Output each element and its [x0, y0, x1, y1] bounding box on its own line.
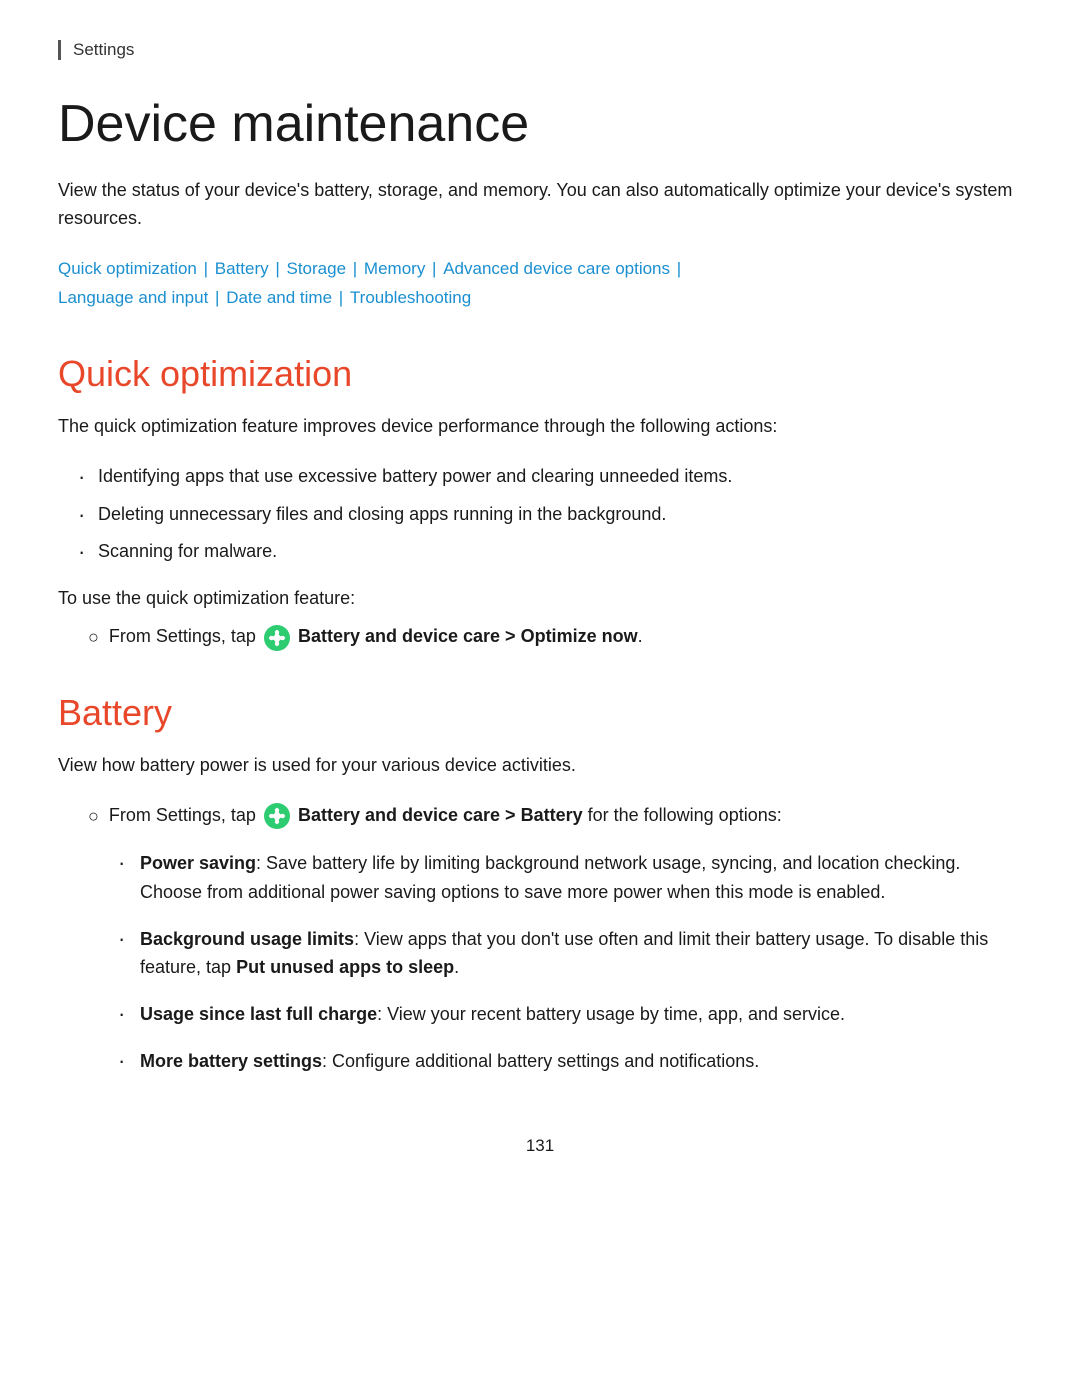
background-usage-label: Background usage limits	[140, 929, 354, 949]
list-item: Deleting unnecessary files and closing a…	[78, 501, 1022, 529]
usage-since-text: : View your recent battery usage by time…	[377, 1004, 845, 1024]
nav-link-advanced[interactable]: Advanced device care options	[443, 259, 670, 278]
nav-link-language[interactable]: Language and input	[58, 288, 208, 307]
list-item: Usage since last full charge: View your …	[118, 1000, 1022, 1029]
nav-link-troubleshooting[interactable]: Troubleshooting	[350, 288, 471, 307]
step-text: From Settings, tap	[109, 623, 1022, 651]
to-use-text: To use the quick optimization feature:	[58, 588, 1022, 609]
settings-gear-icon-2	[264, 803, 290, 829]
battery-step: ○ From Settings, tap Battery and device …	[58, 802, 1022, 831]
list-item: Power saving: Save battery life by limit…	[118, 849, 1022, 907]
put-unused-label: Put unused apps to sleep	[236, 957, 454, 977]
power-saving-text: : Save battery life by limiting backgrou…	[140, 853, 960, 902]
list-item: More battery settings: Configure additio…	[118, 1047, 1022, 1076]
battery-desc: View how battery power is used for your …	[58, 752, 1022, 780]
intro-text: View the status of your device's battery…	[58, 177, 1022, 233]
step-bold: Battery and device care > Optimize now	[298, 626, 638, 646]
circle-bullet: ○	[88, 624, 99, 652]
background-usage-end: .	[454, 957, 459, 977]
nav-links: Quick optimization | Battery | Storage |…	[58, 255, 1022, 313]
nav-link-memory[interactable]: Memory	[364, 259, 425, 278]
quick-optimization-desc: The quick optimization feature improves …	[58, 413, 1022, 441]
usage-since-label: Usage since last full charge	[140, 1004, 377, 1024]
list-item: Identifying apps that use excessive batt…	[78, 463, 1022, 491]
quick-optimization-section: Quick optimization The quick optimizatio…	[58, 353, 1022, 652]
settings-gear-icon	[264, 625, 290, 651]
battery-options-list: Power saving: Save battery life by limit…	[58, 849, 1022, 1076]
quick-optimization-bullets: Identifying apps that use excessive batt…	[58, 463, 1022, 567]
breadcrumb: Settings	[58, 40, 1022, 60]
page-number: 131	[58, 1136, 1022, 1156]
battery-step-text: From Settings, tap Battery and device ca…	[109, 802, 1022, 830]
nav-link-storage[interactable]: Storage	[287, 259, 347, 278]
circle-bullet: ○	[88, 803, 99, 831]
power-saving-label: Power saving	[140, 853, 256, 873]
list-item: Scanning for malware.	[78, 538, 1022, 566]
more-battery-label: More battery settings	[140, 1051, 322, 1071]
list-item: Background usage limits: View apps that …	[118, 925, 1022, 983]
battery-step-bold: Battery and device care > Battery	[298, 805, 583, 825]
battery-section: Battery View how battery power is used f…	[58, 692, 1022, 1076]
step-suffix: .	[638, 626, 643, 646]
nav-link-battery[interactable]: Battery	[215, 259, 269, 278]
nav-link-quick-optimization[interactable]: Quick optimization	[58, 259, 197, 278]
more-battery-text: : Configure additional battery settings …	[322, 1051, 759, 1071]
quick-optimization-step: ○ From Settings, tap	[58, 623, 1022, 652]
quick-optimization-title: Quick optimization	[58, 353, 1022, 395]
battery-title: Battery	[58, 692, 1022, 734]
page-title: Device maintenance	[58, 96, 1022, 153]
nav-link-datetime[interactable]: Date and time	[226, 288, 332, 307]
